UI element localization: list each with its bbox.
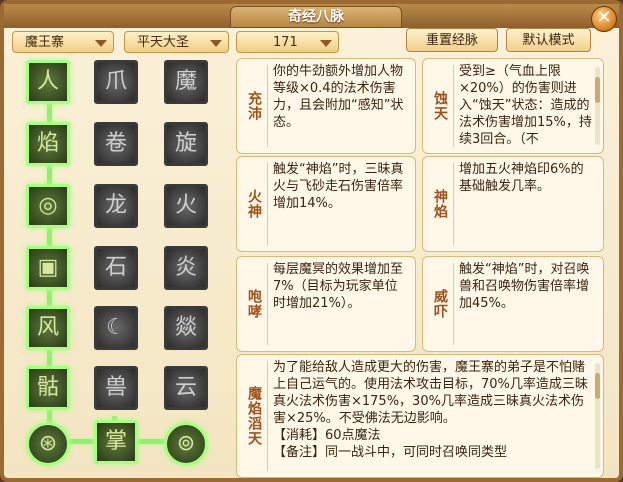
scroll-icon: 卷 bbox=[104, 131, 127, 156]
meridian-node[interactable]: 骷 bbox=[26, 366, 70, 410]
meridian-node[interactable]: 爪 bbox=[94, 60, 138, 104]
passive-name: 火神 bbox=[241, 163, 268, 245]
passive-name: 魔焰滔天 bbox=[241, 361, 268, 471]
reset-meridian-button[interactable]: 重置经脉 bbox=[406, 28, 498, 52]
beast-icon: 兽 bbox=[104, 375, 127, 400]
meridian-node[interactable]: 云 bbox=[164, 366, 208, 410]
chevron-down-icon bbox=[320, 40, 332, 47]
meridian-node[interactable]: 石 bbox=[94, 246, 138, 290]
points-dropdown[interactable]: 171 bbox=[236, 31, 339, 53]
passive-description: 触发“神焰”时，三昧真火与飞砂走石伤害倍率增加14%。 bbox=[273, 162, 404, 211]
passive-name: 神焰 bbox=[427, 163, 454, 245]
scrollbar[interactable] bbox=[595, 67, 600, 145]
faction-dropdown[interactable]: 平天大圣 bbox=[124, 31, 229, 53]
passive-description: 触发“神焰”时，对召唤兽和召唤物伤害倍率增加45%。 bbox=[459, 262, 590, 311]
flame-figure-icon: 焰 bbox=[36, 131, 59, 156]
scrollbar[interactable] bbox=[595, 363, 600, 469]
spiral-orb-icon: ⊚ bbox=[176, 431, 196, 456]
meridian-node[interactable]: 卷 bbox=[94, 122, 138, 166]
rune-square-icon: ▣ bbox=[37, 255, 59, 280]
scrollbar-thumb[interactable] bbox=[595, 373, 600, 399]
passive-card[interactable]: 威吓 触发“神焰”时，对召唤兽和召唤物伤害倍率增加45%。 bbox=[422, 256, 604, 352]
meridian-tree: 人 爪 魔焰 卷 旋 ◎ 龙 火 ▣ 石 炎风 ☾ 燚骷 兽 云 ⊛ 掌 ⊚ bbox=[14, 56, 226, 476]
default-mode-button[interactable]: 默认模式 bbox=[506, 28, 591, 52]
meridian-final-node[interactable]: ⊛ bbox=[26, 422, 70, 466]
hand-flame-icon: 掌 bbox=[104, 429, 127, 454]
meridian-node[interactable]: ▣ bbox=[26, 246, 70, 290]
passive-description: 为了能给敌人造成更大的伤害，魔王寨的弟子是不怕赌上自己运气的。使用法术攻击目标，… bbox=[273, 360, 588, 460]
meridian-node[interactable]: 人 bbox=[26, 60, 70, 104]
passive-name: 充沛 bbox=[241, 65, 268, 147]
meridian-node[interactable]: 龙 bbox=[94, 184, 138, 228]
meridian-final-node[interactable]: 掌 bbox=[94, 420, 138, 464]
dragon-icon: 龙 bbox=[104, 193, 127, 218]
meridian-window: 奇经八脉 ✕ 魔王寨 平天大圣 171 重置经脉 默认模式 人 爪 魔焰 卷 旋 ◎ 龙 火 ▣… bbox=[0, 0, 623, 482]
passive-card[interactable]: 火神 触发“神焰”时，三昧真火与飞砂走石伤害倍率增加14%。 bbox=[236, 156, 416, 252]
swirl-orb-icon: ⊛ bbox=[38, 431, 58, 456]
passive-name: 威吓 bbox=[427, 263, 454, 345]
passive-card[interactable]: 蚀天 受到≥（气血上限×20%）的伤害则进入“蚀天”状态：造成的法术伤害增加15%… bbox=[422, 58, 604, 154]
meridian-node[interactable]: 炎 bbox=[164, 246, 208, 290]
meridian-final-node[interactable]: ⊚ bbox=[164, 422, 208, 466]
flame-skull-icon: 骷 bbox=[36, 375, 59, 400]
rock-icon: 石 bbox=[104, 255, 127, 280]
faction-dropdown-value: 平天大圣 bbox=[137, 35, 190, 50]
passive-card[interactable]: 咆哮 每层魔冥的效果增加至7%（目标为玩家单位时增加21%）。 bbox=[236, 256, 416, 352]
demon-face-icon: 魔 bbox=[174, 69, 197, 94]
swirl-icon: 旋 bbox=[174, 131, 197, 156]
chevron-down-icon bbox=[95, 40, 107, 47]
meridian-node[interactable]: 燚 bbox=[164, 306, 208, 350]
meridian-node[interactable]: 旋 bbox=[164, 122, 208, 166]
meridian-node[interactable]: ◎ bbox=[26, 184, 70, 228]
rune-circle-icon: ◎ bbox=[38, 193, 58, 218]
figure-icon: 人 bbox=[36, 69, 59, 94]
passive-card[interactable]: 神焰 增加五火神焰印6%的基础触发几率。 bbox=[422, 156, 604, 252]
chevron-down-icon bbox=[210, 40, 222, 47]
close-button[interactable]: ✕ bbox=[591, 6, 617, 32]
scrollbar-thumb[interactable] bbox=[595, 77, 600, 103]
school-dropdown[interactable]: 魔王寨 bbox=[12, 31, 114, 53]
passive-description: 你的牛劲额外增加人物等级×0.4的法术伤害力，且会附加“感知”状态。 bbox=[273, 64, 404, 130]
meridian-node[interactable]: 焰 bbox=[26, 122, 70, 166]
points-value: 171 bbox=[273, 35, 298, 50]
window-title: 奇经八脉 bbox=[230, 6, 402, 28]
passive-description: 受到≥（气血上限×20%）的伤害则进入“蚀天”状态：造成的法术伤害增加15%，持… bbox=[459, 64, 592, 147]
flame-storm-icon: 燚 bbox=[174, 315, 197, 340]
meridian-node[interactable]: 兽 bbox=[94, 366, 138, 410]
school-dropdown-value: 魔王寨 bbox=[25, 35, 65, 50]
meridian-node[interactable]: 火 bbox=[164, 184, 208, 228]
passive-card[interactable]: 充沛 你的牛劲额外增加人物等级×0.4的法术伤害力，且会附加“感知”状态。 bbox=[236, 58, 416, 154]
passive-card[interactable]: 魔焰滔天 为了能给敌人造成更大的伤害，魔王寨的弟子是不怕赌上自己运气的。使用法术攻… bbox=[236, 354, 604, 478]
meridian-node[interactable]: ☾ bbox=[94, 306, 138, 350]
crescent-icon: ☾ bbox=[106, 315, 126, 340]
cloud-icon: 云 bbox=[174, 375, 197, 400]
passive-name: 蚀天 bbox=[427, 65, 454, 147]
passive-description: 每层魔冥的效果增加至7%（目标为玩家单位时增加21%）。 bbox=[273, 262, 404, 311]
claw-icon: 爪 bbox=[104, 69, 127, 94]
passive-description: 增加五火神焰印6%的基础触发几率。 bbox=[459, 162, 584, 194]
wind-icon: 风 bbox=[36, 315, 59, 340]
passive-name: 咆哮 bbox=[241, 263, 268, 345]
fire-icon: 火 bbox=[174, 193, 197, 218]
meridian-node[interactable]: 魔 bbox=[164, 60, 208, 104]
meridian-node[interactable]: 风 bbox=[26, 306, 70, 350]
fire-burst-icon: 炎 bbox=[174, 255, 197, 280]
